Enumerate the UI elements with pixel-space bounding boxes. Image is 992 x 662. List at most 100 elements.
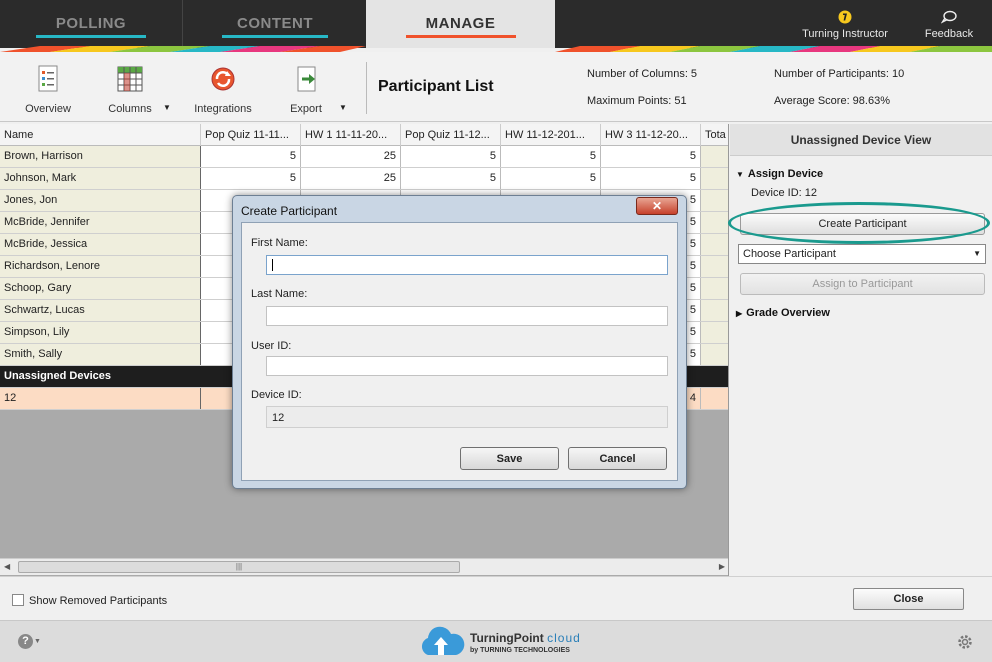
- help-icon[interactable]: ?: [18, 634, 33, 649]
- score-cell[interactable]: 25: [301, 146, 401, 167]
- integrations-button[interactable]: Integrations: [190, 64, 256, 115]
- collapse-triangle-icon: ▼: [736, 170, 744, 179]
- top-nav: POLLING CONTENT MANAGE Turning Instructo…: [0, 0, 992, 52]
- assign-device-heading[interactable]: ▼ Assign Device: [736, 168, 823, 180]
- total-cell: [701, 344, 728, 365]
- table-row[interactable]: Johnson, Mark 5 25 5 5 5: [0, 168, 728, 190]
- table-row[interactable]: Brown, Harrison 5 25 5 5 5: [0, 146, 728, 168]
- total-cell: [701, 388, 728, 409]
- total-cell: [701, 300, 728, 321]
- tab-underline: [222, 35, 328, 38]
- tab-polling[interactable]: POLLING: [0, 0, 183, 48]
- tab-content-label: CONTENT: [237, 15, 313, 32]
- save-button[interactable]: Save: [460, 447, 559, 470]
- overview-label: Overview: [25, 103, 71, 115]
- score-cell[interactable]: 5: [501, 168, 601, 189]
- speech-bubble-icon: [941, 10, 957, 24]
- export-button[interactable]: Export: [284, 64, 328, 115]
- score-cell[interactable]: 25: [301, 168, 401, 189]
- logo-brand: TurningPoint: [470, 631, 544, 645]
- columns-button[interactable]: Columns: [104, 64, 156, 115]
- help-dropdown-icon[interactable]: ▼: [34, 638, 41, 645]
- column-header[interactable]: HW 3 11-12-20...: [601, 124, 701, 146]
- close-button[interactable]: Close: [853, 588, 964, 610]
- column-header[interactable]: Pop Quiz 11-12...: [401, 124, 501, 146]
- participant-name-cell: Jones, Jon: [0, 190, 201, 211]
- first-name-field[interactable]: [266, 255, 668, 275]
- score-cell[interactable]: 5: [601, 168, 701, 189]
- feedback-label: Feedback: [924, 28, 974, 40]
- score-cell[interactable]: 5: [601, 146, 701, 167]
- choose-participant-select[interactable]: Choose Participant ▼: [738, 244, 986, 264]
- bottom-bar: Show Removed Participants Close: [0, 576, 992, 620]
- tab-polling-label: POLLING: [55, 15, 127, 32]
- scroll-right-icon[interactable]: ▶: [719, 562, 725, 571]
- grade-overview-label: Grade Overview: [746, 307, 830, 319]
- turning-instructor-icon: [838, 10, 852, 24]
- participant-name-cell: Johnson, Mark: [0, 168, 201, 189]
- scroll-left-icon[interactable]: ◀: [4, 562, 10, 571]
- logo-cloud-word: cloud: [547, 631, 581, 645]
- device-id-label: Device ID:: [251, 389, 302, 401]
- participant-name-cell: Schwartz, Lucas: [0, 300, 201, 321]
- total-cell: [701, 168, 728, 189]
- dialog-title: Create Participant: [241, 204, 338, 218]
- column-header[interactable]: Pop Quiz 11-11...: [201, 124, 301, 146]
- score-cell[interactable]: 5: [401, 168, 501, 189]
- text-caret: [272, 259, 273, 271]
- integrations-label: Integrations: [194, 103, 252, 115]
- total-cell: [701, 256, 728, 277]
- checkbox-box[interactable]: [12, 594, 24, 606]
- scrollbar-thumb[interactable]: |||: [18, 561, 460, 573]
- stat-avg-score: Average Score: 98.63%: [774, 95, 890, 107]
- turning-instructor-button[interactable]: Turning Instructor: [798, 10, 892, 40]
- checklist-icon: [38, 65, 58, 92]
- score-cell[interactable]: 5: [501, 146, 601, 167]
- score-cell[interactable]: 5: [201, 146, 301, 167]
- last-name-field[interactable]: [266, 306, 668, 326]
- dialog-close-icon[interactable]: ✕: [636, 197, 678, 215]
- horizontal-scrollbar[interactable]: ◀ ||| ▶: [0, 558, 728, 575]
- cloud-upload-icon: [421, 626, 465, 655]
- total-cell: [701, 322, 728, 343]
- export-label: Export: [290, 103, 322, 115]
- tab-manage-label: MANAGE: [425, 15, 496, 32]
- tab-manage[interactable]: MANAGE: [366, 0, 555, 48]
- cancel-button[interactable]: Cancel: [568, 447, 667, 470]
- score-cell[interactable]: 5: [201, 168, 301, 189]
- score-cell[interactable]: 5: [401, 146, 501, 167]
- show-removed-label: Show Removed Participants: [29, 595, 168, 607]
- columns-dropdown-arrow-icon[interactable]: ▼: [163, 103, 171, 112]
- column-header[interactable]: Tota: [701, 124, 728, 146]
- export-dropdown-arrow-icon[interactable]: ▼: [339, 103, 347, 112]
- column-header[interactable]: HW 11-12-201...: [501, 124, 601, 146]
- columns-label: Columns: [108, 103, 152, 115]
- tab-content[interactable]: CONTENT: [184, 0, 366, 48]
- create-participant-dialog: Create Participant ✕ First Name: Last Na…: [232, 195, 687, 489]
- last-name-label: Last Name:: [251, 288, 308, 300]
- total-cell: [701, 146, 728, 167]
- overview-button[interactable]: Overview: [22, 64, 74, 115]
- gear-icon[interactable]: [957, 634, 973, 650]
- grade-overview-heading[interactable]: ▶ Grade Overview: [736, 307, 830, 319]
- column-header[interactable]: HW 1 11-11-20...: [301, 124, 401, 146]
- show-removed-checkbox[interactable]: Show Removed Participants: [12, 594, 167, 607]
- participant-name-cell: Richardson, Lenore: [0, 256, 201, 277]
- stat-max-points: Maximum Points: 51: [587, 95, 687, 107]
- user-id-field[interactable]: [266, 356, 668, 376]
- tab-underline: [36, 35, 146, 38]
- dialog-body: First Name: Last Name: User ID: Device I…: [241, 222, 678, 481]
- highlight-ellipse: [728, 202, 990, 244]
- participant-name-cell: Schoop, Gary: [0, 278, 201, 299]
- logo-text: TurningPoint cloud: [470, 631, 581, 645]
- participant-name-cell: Smith, Sally: [0, 344, 201, 365]
- choose-participant-value: Choose Participant: [743, 248, 836, 260]
- toolbar-divider: [366, 62, 367, 114]
- integrations-icon: [211, 67, 235, 91]
- column-header[interactable]: Name: [0, 124, 201, 146]
- participant-name-cell: McBride, Jessica: [0, 234, 201, 255]
- total-cell: [701, 212, 728, 233]
- assign-to-participant-button[interactable]: Assign to Participant: [740, 273, 985, 295]
- feedback-button[interactable]: Feedback: [914, 10, 984, 40]
- assign-device-label: Assign Device: [747, 168, 824, 180]
